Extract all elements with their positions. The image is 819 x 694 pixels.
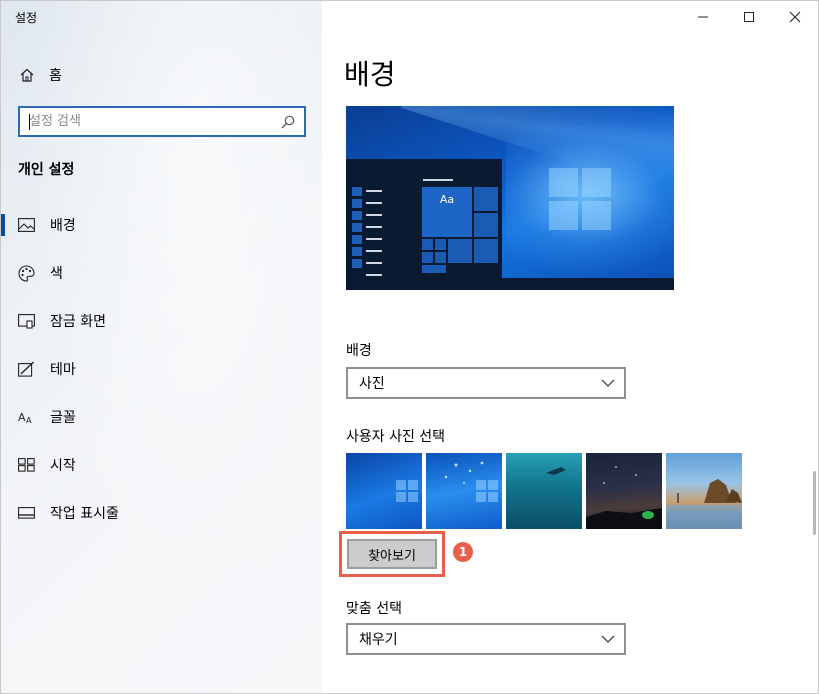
sidebar-item-label: 배경 [50,218,76,234]
beach-scene [666,479,742,529]
sidebar-item-label: 작업 표시줄 [50,506,119,522]
thumbnail-night-sky[interactable] [586,453,662,529]
preview-rail [352,187,362,272]
text-caret [29,114,30,130]
preview-taskbar [346,278,674,290]
night-scene [586,466,662,529]
windows-logo [396,480,418,502]
thumbnail-underwater[interactable] [506,453,582,529]
picture-thumbnails [346,453,746,529]
sidebar-item-home[interactable]: 홈 [19,64,62,86]
sidebar-item-background[interactable]: 배경 [1,201,322,249]
maximize-icon [744,12,754,22]
sidebar-nav: 배경 색 잠금 화면 테마 A A 글꼴 시작 작업 표시줄 [1,201,322,537]
sidebar-item-start[interactable]: 시작 [1,441,322,489]
fit-dropdown[interactable]: 채우기 [346,623,626,655]
fit-dropdown-value: 채우기 [359,632,398,648]
app-title: 설정 [15,11,38,25]
svg-text:A: A [26,416,32,424]
font-icon: AA [18,409,35,426]
minimize-icon [698,16,708,18]
choose-picture-label: 사용자 사진 선택 [346,429,446,445]
chevron-down-icon [601,379,615,387]
sidebar: 설정 홈 개인 설정 배경 [1,1,322,693]
sidebar-item-label: 테마 [50,362,76,378]
theme-icon [18,361,35,378]
home-label: 홈 [49,68,62,84]
bokeh-dots [444,461,484,484]
preview-tile-main: Aa [422,187,472,237]
start-icon [18,457,35,474]
thumbnail-windows-bokeh[interactable] [426,453,502,529]
sidebar-item-taskbar[interactable]: 작업 표시줄 [1,489,322,537]
minimize-button[interactable] [680,1,726,33]
page-title: 배경 [344,58,396,91]
close-icon [789,11,801,23]
section-title: 개인 설정 [18,162,75,178]
background-label: 배경 [346,343,372,359]
search-input[interactable] [20,108,280,135]
sidebar-item-label: 글꼴 [50,410,76,426]
step-badge: 1 [453,542,473,562]
background-dropdown-value: 사진 [359,376,385,392]
swimmer-shape [546,467,566,475]
sidebar-item-label: 색 [50,266,63,282]
main-content: 배경 Aa 배경 사진 사용자 사진 선택 찾아보기 1 맞춤 선택 채우기 [322,1,818,693]
thumbnail-windows-blue[interactable] [346,453,422,529]
scrollbar-thumb[interactable] [813,471,816,535]
search-icon[interactable] [280,114,296,130]
lock-screen-icon [18,313,35,330]
svg-text:A: A [18,411,26,424]
picture-icon [18,217,35,234]
thumbnail-beach-rocks[interactable] [666,453,742,529]
background-dropdown[interactable]: 사진 [346,367,626,399]
taskbar-icon [18,505,35,522]
sidebar-item-lock-screen[interactable]: 잠금 화면 [1,297,322,345]
preview-menu-header [423,179,453,181]
close-button[interactable] [772,1,818,33]
fit-label: 맞춤 선택 [346,601,402,617]
sidebar-item-fonts[interactable]: AA 글꼴 [1,393,322,441]
sidebar-item-label: 잠금 화면 [50,314,106,330]
window-controls [680,1,818,33]
background-preview: Aa [346,106,674,290]
sidebar-item-label: 시작 [50,458,76,474]
preview-start-menu: Aa [346,159,502,278]
home-icon [20,68,34,82]
search-box[interactable] [18,106,306,137]
sidebar-item-color[interactable]: 색 [1,249,322,297]
maximize-button[interactable] [726,1,772,33]
settings-window: 설정 홈 개인 설정 배경 [0,0,819,694]
windows-logo [549,168,611,230]
preview-menu-lines [366,190,382,286]
palette-icon [18,264,35,282]
browse-button[interactable]: 찾아보기 [347,539,437,569]
chevron-down-icon [601,635,615,643]
preview-tiles: Aa [422,187,498,273]
sidebar-item-theme[interactable]: 테마 [1,345,322,393]
